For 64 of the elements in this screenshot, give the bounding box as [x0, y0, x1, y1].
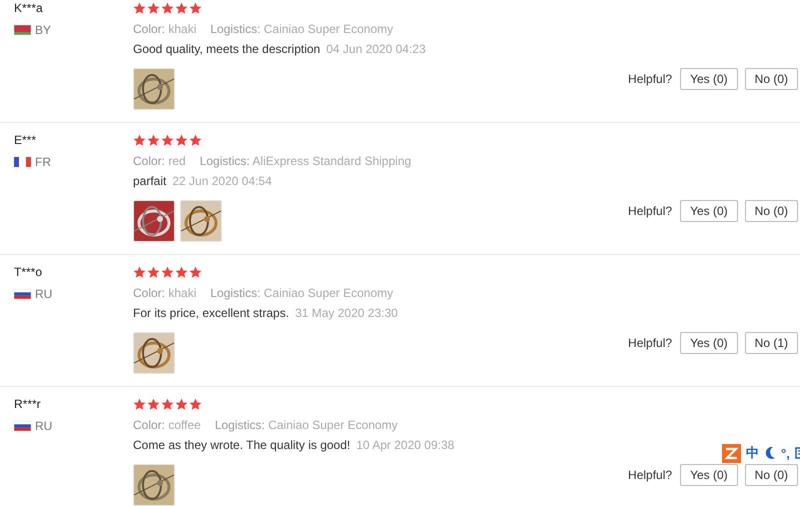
star-icon [133, 134, 146, 147]
helpful-label: Helpful? [628, 72, 672, 86]
color-info: Color: red [133, 154, 186, 168]
star-icon [175, 2, 188, 15]
ime-mode[interactable]: 中 [746, 444, 759, 462]
yes-button[interactable]: Yes (0) [680, 68, 738, 90]
star-icon [147, 2, 160, 15]
star-icon [161, 266, 174, 279]
country-code: BY [35, 23, 52, 37]
no-button[interactable]: No (0) [744, 68, 798, 90]
review-text: parfait [133, 174, 166, 188]
logistics-info: Logistics: Cainiao Super Economy [210, 286, 394, 300]
star-icon [147, 266, 160, 279]
logistics-info: Logistics: AliExpress Standard Shipping [200, 154, 412, 168]
ime-punctuation[interactable]: °, [781, 446, 790, 460]
yes-button[interactable]: Yes (0) [680, 200, 738, 222]
no-button[interactable]: No (0) [744, 200, 798, 222]
color-info: Color: khaki [133, 286, 196, 300]
moon-icon[interactable] [764, 446, 776, 460]
star-icon [133, 266, 146, 279]
country-code: RU [35, 287, 52, 301]
star-icon [189, 2, 202, 15]
star-icon [175, 134, 188, 147]
review-date: 04 Jun 2020 04:23 [326, 42, 426, 56]
star-icon [133, 2, 146, 15]
flag-icon [14, 25, 31, 35]
country-code: FR [35, 155, 51, 169]
flag-icon [14, 421, 31, 431]
yes-button[interactable]: Yes (0) [680, 332, 738, 354]
helpful-label: Helpful? [628, 336, 672, 350]
star-icon [161, 2, 174, 15]
review-text: Come as they wrote. The quality is good! [133, 438, 350, 452]
yes-button[interactable]: Yes (0) [680, 464, 738, 486]
star-icon [175, 398, 188, 411]
flag-icon [14, 157, 31, 167]
review-date: 31 May 2020 23:30 [295, 306, 398, 320]
country-code: RU [35, 419, 52, 433]
no-button[interactable]: No (1) [744, 332, 798, 354]
color-info: Color: khaki [133, 22, 196, 36]
star-icon [161, 134, 174, 147]
user-name: K***a [14, 1, 43, 15]
ime-logo-icon[interactable] [722, 444, 741, 462]
review-text: Good quality, meets the description [133, 42, 320, 56]
logistics-info: Logistics: Cainiao Super Economy [214, 418, 398, 432]
user-name: E*** [14, 133, 36, 147]
star-icon [133, 398, 146, 411]
review-text: For its price, excellent straps. [133, 306, 290, 320]
logistics-info: Logistics: Cainiao Super Economy [210, 22, 394, 36]
user-name: T***o [14, 265, 42, 279]
review-date: 22 Jun 2020 04:54 [172, 174, 272, 188]
star-icon [147, 134, 160, 147]
flag-icon [14, 289, 31, 299]
review-date: 10 Apr 2020 09:38 [356, 438, 454, 452]
star-icon [147, 398, 160, 411]
color-info: Color: coffee [133, 418, 201, 432]
star-icon [175, 266, 188, 279]
user-name: R***r [14, 397, 41, 411]
helpful-label: Helpful? [628, 204, 672, 218]
star-icon [189, 134, 202, 147]
star-icon [189, 398, 202, 411]
helpful-label: Helpful? [628, 468, 672, 482]
no-button[interactable]: No (0) [744, 464, 798, 486]
star-icon [189, 266, 202, 279]
star-icon [161, 398, 174, 411]
